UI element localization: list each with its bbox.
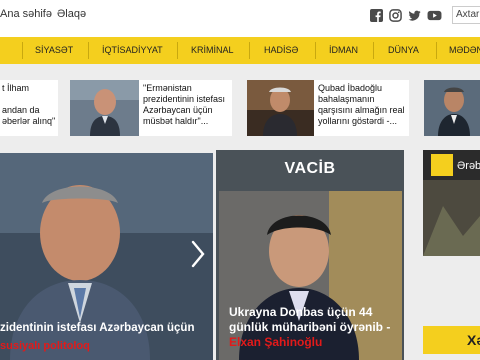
nav-item-hadise[interactable]: HADİSƏ [264, 37, 298, 64]
news-thumbnail [247, 80, 314, 136]
nav-item-medeniyyet[interactable]: MƏDƏN [449, 37, 480, 64]
featured-title: VACİB [284, 160, 336, 177]
news-card[interactable] [424, 80, 480, 136]
news-card-text: "Ermənistan prezidentinin istefası Azərb… [143, 83, 226, 126]
nav-item-iqtisadiyyat[interactable]: İQTİSADİYYAT [102, 37, 163, 64]
featured-caption[interactable]: Ukrayna Donbas üçün 44 günlük müharibəni… [229, 305, 399, 350]
news-card[interactable]: "Ermənistan prezidentinin istefası Azərb… [70, 80, 232, 136]
news-card-text: t İlham andan da əberlər alınq" [2, 83, 56, 126]
youtube-icon[interactable] [427, 9, 442, 22]
news-strip: t İlham andan da əberlər alınq" "Ermənis… [0, 80, 480, 137]
twitter-icon[interactable] [408, 9, 421, 22]
news-thumbnail [70, 80, 139, 136]
top-bar: Ana səhifə Əlaqə Axtar [0, 0, 480, 37]
nav-divider [373, 42, 374, 59]
featured-caption-text: Ukrayna Donbas üçün 44 günlük müharibəni… [229, 305, 391, 334]
news-thumbnail [424, 80, 480, 136]
facebook-icon[interactable] [370, 9, 383, 22]
home-link[interactable]: Ana səhifə [0, 8, 52, 20]
nav-item-idman[interactable]: İDMAN [329, 37, 358, 64]
hero-caption[interactable]: zidentinin istefası Azərbaycan üçün [0, 322, 194, 334]
news-card[interactable]: t İlham andan da əberlər alınq" [0, 80, 58, 136]
nav-item-siyaset[interactable]: SİYASƏT [35, 37, 73, 64]
side-label: Ərəb [457, 160, 480, 172]
nav-divider [249, 42, 250, 59]
nav-divider [177, 42, 178, 59]
chevron-right-icon[interactable] [190, 240, 206, 268]
nav-divider [88, 42, 89, 59]
side-article[interactable]: Ərəb [423, 150, 480, 256]
nav-divider [436, 42, 437, 59]
news-card[interactable]: Qubad İbadoğlu bahalaşmanın qarşısını al… [247, 80, 409, 136]
search-input[interactable]: Axtar [452, 6, 480, 24]
hero-subcaption: susiyalı politoloq [0, 340, 90, 352]
side-button[interactable]: Xə [423, 326, 480, 354]
contact-link[interactable]: Əlaqə [57, 8, 86, 20]
nav-item-kriminal[interactable]: KRİMİNAL [191, 37, 234, 64]
news-card-text: Qubad İbadoğlu bahalaşmanın qarşısını al… [318, 83, 405, 126]
featured-caption-author: Elxan Şahinoğlu [229, 335, 323, 349]
instagram-icon[interactable] [389, 9, 402, 22]
nav-item-dunya[interactable]: DÜNYA [388, 37, 419, 64]
nav-divider [22, 42, 23, 59]
nav-divider [315, 42, 316, 59]
main-nav: SİYASƏT İQTİSADİYYAT KRİMİNAL HADİSƏ İDM… [0, 37, 480, 64]
